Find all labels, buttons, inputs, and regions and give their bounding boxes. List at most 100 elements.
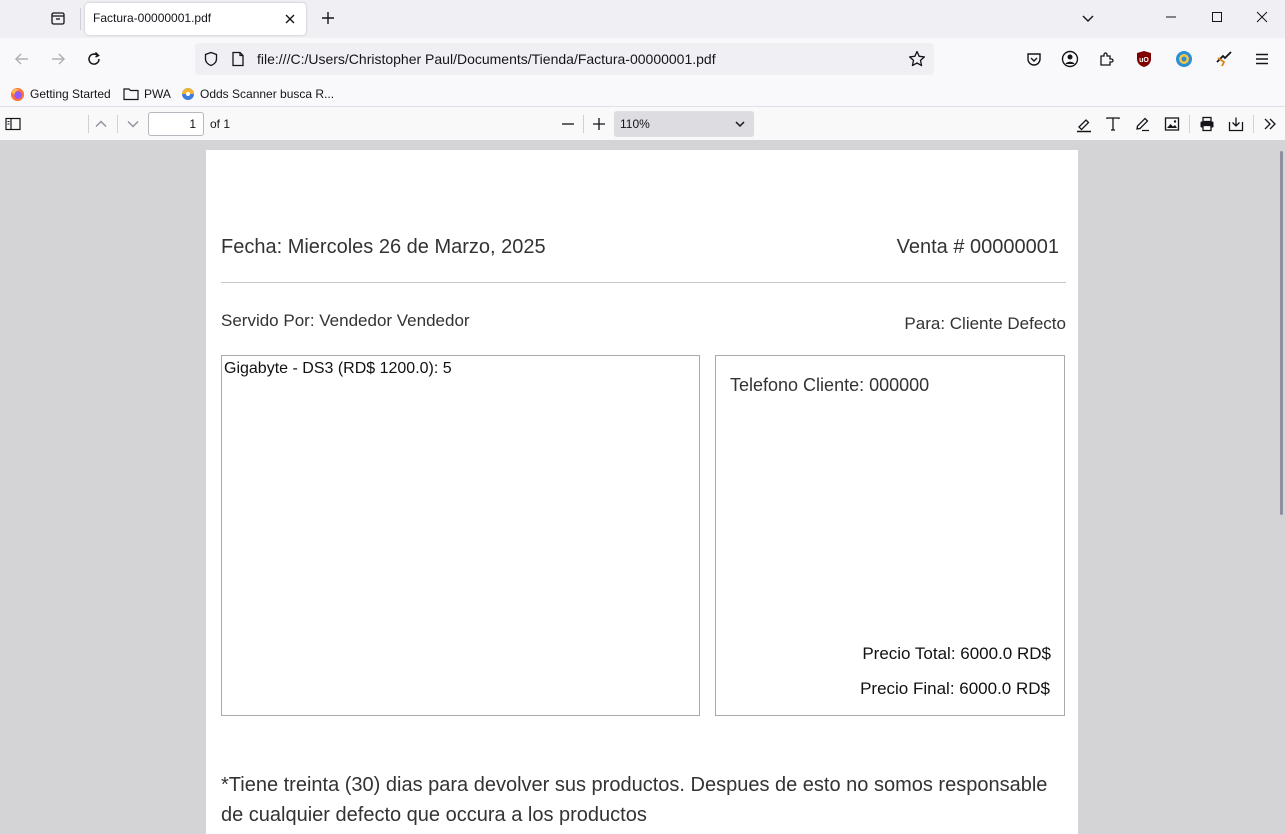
sidebar-toggle-icon [5,117,21,131]
tab-separator [80,8,81,30]
close-window-icon [1256,11,1268,23]
shield-icon[interactable] [202,50,220,68]
zoom-value: 110% [620,117,650,131]
divider [221,282,1066,283]
total-price: Precio Total: 6000.0 RD$ [862,644,1051,663]
folder-icon [123,88,139,101]
page-count-label: of 1 [210,117,231,131]
bookmark-label: Getting Started [30,87,111,101]
tools-menu-button[interactable] [1258,112,1282,136]
chevron-down-icon [127,121,139,128]
reload-icon [88,51,100,65]
close-window-button[interactable] [1239,0,1285,34]
highlight-button[interactable] [1072,112,1096,136]
firefox-view-button[interactable] [43,4,73,32]
customer-phone: Telefono Cliente: 000000 [730,375,930,395]
plus-icon [593,118,605,130]
toolbar-separator [117,115,118,133]
text-tool-button[interactable] [1101,112,1125,136]
vertical-scrollbar[interactable] [1280,151,1283,515]
bookmark-odds-scanner[interactable]: Odds Scanner busca R... [181,85,334,103]
bookmark-label: Odds Scanner busca R... [200,87,335,101]
puzzle-icon [1100,52,1114,66]
minus-icon [562,123,574,125]
draw-tool-button[interactable] [1130,112,1154,136]
pocket-button[interactable] [1020,45,1048,73]
extensions-button[interactable] [1092,45,1120,73]
line-item: Gigabyte - DS3 (RD$ 1200.0): 5 [224,360,452,377]
arrow-right-icon [52,53,66,65]
hamburger-menu-icon [1256,53,1268,65]
close-icon [285,14,295,24]
chevron-up-icon [95,120,107,127]
plus-icon [322,12,334,24]
double-chevron-right-icon [1264,118,1276,130]
svg-text:uO: uO [1139,57,1149,64]
sidebar-toggle-button[interactable] [1,112,25,136]
ublock-button[interactable]: uO [1130,45,1158,73]
zoom-select[interactable]: 110% [614,111,754,137]
maximize-button[interactable] [1194,0,1240,34]
zoom-in-button[interactable] [587,112,611,136]
bookmark-getting-started[interactable]: Getting Started [10,85,111,103]
app-menu-button[interactable] [1248,45,1276,73]
url-bar[interactable]: file:///C:/Users/Christopher Paul/Docume… [195,43,934,75]
tab-active[interactable]: Factura-00000001.pdf [85,3,306,35]
add-image-button[interactable] [1160,112,1184,136]
chevron-down-icon [732,116,748,132]
reload-button[interactable] [80,45,108,73]
back-button[interactable] [8,45,36,73]
toolbar-separator [1253,115,1254,133]
pdf-toolbar: of 1 110% [0,107,1285,141]
final-price: Precio Final: 6000.0 RD$ [860,679,1050,698]
arrow-left-icon [14,53,28,65]
list-all-tabs-button[interactable] [1076,6,1100,30]
tab-close-button[interactable] [282,11,298,27]
invoice-number: Venta # 00000001 [896,236,1059,258]
extension-cursor-button[interactable] [1210,45,1238,73]
firefox-view-icon [51,12,65,25]
account-button[interactable] [1056,45,1084,73]
extension-cursor-icon [1216,51,1232,67]
printer-icon [1200,116,1214,132]
print-button[interactable] [1195,112,1219,136]
minimize-icon [1166,16,1176,18]
next-page-button[interactable] [121,112,145,136]
navigation-toolbar: file:///C:/Users/Christopher Paul/Docume… [0,38,1285,80]
bookmark-label: PWA [144,87,171,101]
invoice-date: Fecha: Miercoles 26 de Marzo, 2025 [221,236,546,258]
new-tab-button[interactable] [316,6,340,30]
url-text[interactable]: file:///C:/Users/Christopher Paul/Docume… [257,51,716,67]
tab-strip: Factura-00000001.pdf [0,0,1285,38]
pdf-page: Fecha: Miercoles 26 de Marzo, 2025 Venta… [206,150,1078,834]
firefox-icon [10,87,25,101]
pocket-icon [1027,53,1041,66]
previous-page-button[interactable] [89,112,113,136]
pdf-viewer[interactable]: Fecha: Miercoles 26 de Marzo, 2025 Venta… [0,141,1285,834]
download-icon [1228,117,1244,132]
pencil-icon [1136,117,1149,132]
toolbar-separator [1189,115,1190,133]
toolbar-separator [583,115,584,133]
minimize-button[interactable] [1148,0,1194,34]
account-icon [1061,50,1079,68]
forward-button[interactable] [44,45,72,73]
extension-globe-icon [1176,51,1192,67]
tab-title: Factura-00000001.pdf [93,11,212,25]
extension-globe-button[interactable] [1170,45,1198,73]
bookmark-folder-pwa[interactable]: PWA [123,85,171,103]
ublock-origin-icon: uO [1137,51,1151,67]
highlighter-icon [1077,119,1091,133]
items-box: Gigabyte - DS3 (RD$ 1200.0): 5 [221,355,700,716]
return-policy-note: *Tiene treinta (30) dias para devolver s… [221,774,1048,826]
text-tool-icon [1106,117,1120,131]
bookmark-star-icon[interactable] [908,50,926,68]
save-button[interactable] [1224,112,1248,136]
page-icon[interactable] [229,50,247,68]
zoom-out-button[interactable] [556,112,580,136]
customer-name: Para: Cliente Defecto [904,314,1066,333]
served-by: Servido Por: Vendedor Vendedor [221,311,470,330]
maximize-icon [1212,12,1222,22]
site-icon [182,88,194,100]
page-number-input[interactable] [148,112,204,136]
